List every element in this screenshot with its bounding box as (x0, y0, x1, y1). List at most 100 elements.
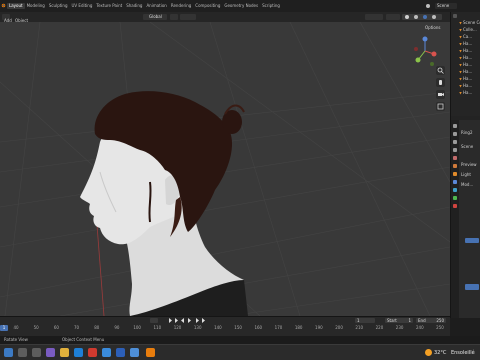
frame-tick-label: 130 (193, 325, 202, 330)
outliner-item-label: Ha... (463, 55, 473, 60)
workspace-tab-sculpting[interactable]: Sculpting (47, 3, 70, 9)
object-tab-icon[interactable] (453, 172, 457, 176)
workspace-tab-uv-editing[interactable]: UV Editing (70, 3, 95, 9)
properties-row[interactable]: Scene (461, 144, 480, 149)
visibility-dropdown[interactable] (365, 14, 383, 20)
outliner-item[interactable]: Colle... (459, 27, 480, 32)
search-icon[interactable] (18, 348, 27, 357)
blender-taskbar-icon[interactable] (146, 348, 155, 357)
highlighted-property[interactable] (465, 284, 479, 290)
frame-tick-label: 250 (436, 325, 444, 330)
material-tab-icon[interactable] (453, 204, 457, 208)
workspace-tab-layout[interactable]: Layout (7, 3, 25, 9)
frame-tick-label: 60 (53, 325, 59, 330)
blender-logo-icon[interactable] (1, 2, 6, 8)
viewport-options-button[interactable]: Options (425, 25, 440, 30)
workspace-tab-shading[interactable]: Shading (124, 3, 144, 9)
object-icon (459, 70, 462, 74)
outliner-item[interactable]: Ha... (459, 55, 480, 60)
head-model[interactable] (80, 91, 248, 316)
outliner[interactable]: Scene Co... Colle... Ca... Ha... Ha... Ha... H… (451, 12, 480, 116)
snap-toggle[interactable] (170, 14, 178, 20)
properties-editor[interactable]: Ring2 Scene Preview Light Mod... (451, 120, 480, 318)
frame-tick-label: 180 (294, 325, 303, 330)
outliner-filter-icon[interactable] (453, 14, 457, 18)
weather-widget[interactable]: 32°C Ensoleillé (425, 348, 475, 358)
frame-tick-label: 40 (13, 325, 19, 330)
playhead[interactable]: 1 (0, 325, 8, 331)
outliner-item[interactable]: Ha... (459, 48, 480, 53)
overlays-toggle[interactable] (386, 14, 400, 20)
record-button[interactable] (150, 318, 158, 323)
frame-ruler[interactable]: 40 50 60 70 80 90 100 110 120 130 140 150 160 170 180 1… (0, 325, 450, 333)
camera-view-button[interactable] (436, 90, 445, 99)
workspace-tab-compositing[interactable]: Compositing (193, 3, 222, 9)
playhead-frame: 1 (2, 325, 6, 330)
world-tab-icon[interactable] (453, 164, 457, 168)
modifier-tab-icon[interactable] (453, 180, 457, 184)
workspace-tab-rendering[interactable]: Rendering (169, 3, 193, 9)
edge-browser-icon[interactable] (74, 348, 83, 357)
navigation-gizmo[interactable] (412, 34, 438, 68)
outliner-item[interactable]: Scene Co... (459, 20, 480, 25)
opera-browser-icon[interactable] (88, 348, 97, 357)
task-view-icon[interactable] (32, 348, 41, 357)
magnifier-icon (437, 67, 444, 74)
perspective-toggle-button[interactable] (436, 102, 445, 111)
outliner-item[interactable]: Ca... (459, 34, 480, 39)
scene-tab-icon[interactable] (453, 156, 457, 160)
workspace-tab-modeling[interactable]: Modeling (25, 3, 47, 9)
active-material-slot[interactable] (465, 238, 479, 243)
pin-scene-icon[interactable] (425, 3, 431, 9)
outliner-item[interactable]: Ha... (459, 62, 480, 67)
outliner-item[interactable]: Ha... (459, 41, 480, 46)
timeline[interactable]: 1 Start 1 End 250 40 50 60 70 80 90 100 110 120 1… (0, 316, 450, 336)
workspace-tab-scripting[interactable]: Scripting (260, 3, 282, 9)
outliner-item-label: Ha... (463, 76, 473, 81)
outliner-item[interactable]: Ha... (459, 90, 480, 95)
end-frame-field[interactable]: End 250 (416, 318, 446, 323)
outliner-item[interactable]: Ha... (459, 76, 480, 81)
object-icon (459, 49, 462, 53)
3d-viewport[interactable]: Options (0, 22, 450, 316)
file-explorer-icon[interactable] (60, 348, 69, 357)
shading-mode-buttons[interactable] (402, 14, 442, 20)
frame-tick-label: 170 (274, 325, 283, 330)
physics-tab-icon[interactable] (453, 196, 457, 200)
outliner-item[interactable]: Ha... (459, 69, 480, 74)
tool-tab-icon[interactable] (453, 124, 457, 128)
render-tab-icon[interactable] (453, 132, 457, 136)
frame-tick-label: 140 (214, 325, 222, 330)
photos-app-icon[interactable] (130, 348, 139, 357)
word-app-icon[interactable] (116, 348, 125, 357)
current-frame-field[interactable]: 1 (355, 318, 375, 323)
start-icon[interactable] (4, 348, 13, 357)
outliner-item-label: Ha... (463, 83, 473, 88)
proportional-edit-toggle[interactable] (180, 14, 196, 20)
workspace-tab-geometry-nodes[interactable]: Geometry Nodes (222, 3, 260, 9)
object-icon (459, 77, 462, 81)
workspace-tab-texture-paint[interactable]: Texture Paint (94, 3, 124, 9)
properties-row[interactable]: Preview (461, 162, 480, 167)
output-tab-icon[interactable] (453, 140, 457, 144)
object-icon (459, 84, 462, 88)
timeline-controls: 1 Start 1 End 250 (0, 317, 450, 324)
properties-row[interactable]: Light (461, 172, 480, 177)
outliner-item[interactable]: Ha... (459, 83, 480, 88)
right-editors: Scene Co... Colle... Ca... Ha... Ha... Ha... H… (450, 12, 480, 318)
view-layer-tab-icon[interactable] (453, 148, 457, 152)
end-frame-label: End (418, 318, 426, 323)
scene-selector[interactable]: Scene (435, 3, 457, 9)
frame-tick-label: 50 (33, 325, 39, 330)
mail-app-icon[interactable] (102, 348, 111, 357)
start-frame-field[interactable]: Start 1 (385, 318, 413, 323)
playback-controls[interactable] (168, 318, 208, 323)
zoom-view-button[interactable] (436, 66, 445, 75)
particles-tab-icon[interactable] (453, 188, 457, 192)
properties-row[interactable]: Mod... (461, 182, 480, 187)
chat-app-icon[interactable] (46, 348, 55, 357)
properties-row[interactable]: Ring2 (461, 130, 480, 135)
pan-view-button[interactable] (436, 78, 445, 87)
workspace-tab-animation[interactable]: Animation (144, 3, 168, 9)
transform-orientation-dropdown[interactable]: Global (143, 14, 167, 20)
